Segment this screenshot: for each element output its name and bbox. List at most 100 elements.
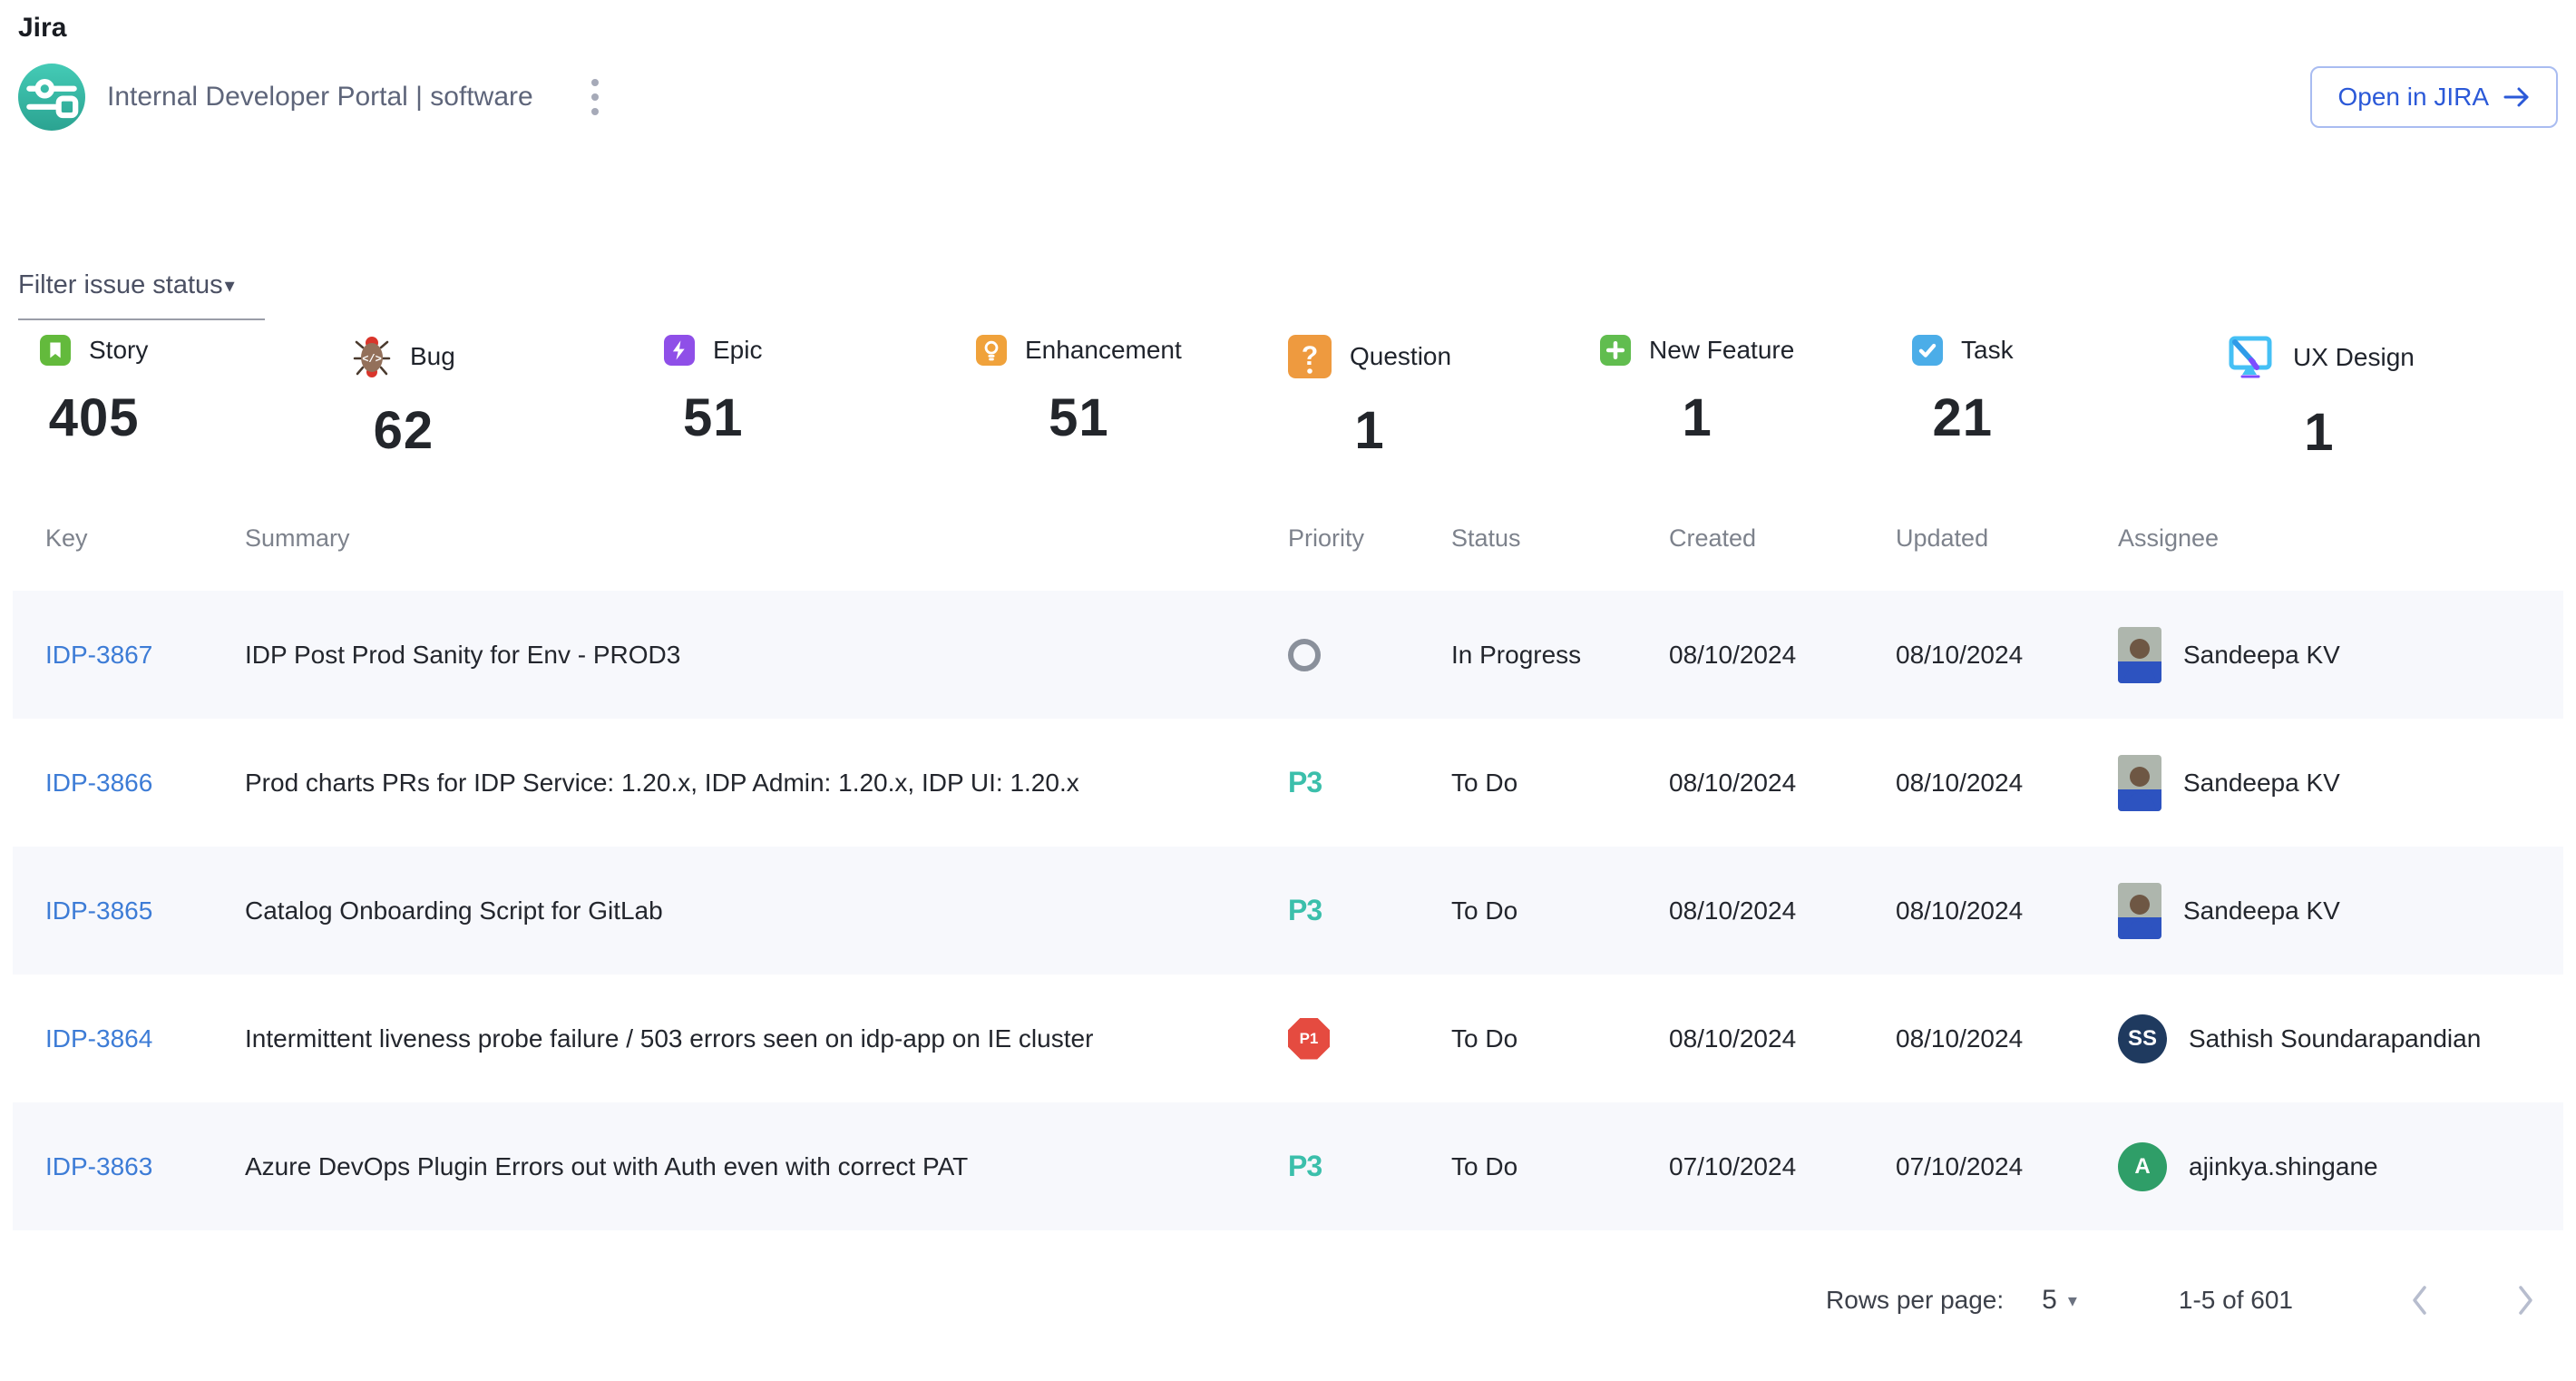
- next-page-button[interactable]: [2514, 1283, 2536, 1317]
- col-header-created: Created: [1669, 524, 1896, 553]
- counter-value: 405: [49, 387, 140, 448]
- counter-label: Task: [1961, 336, 2014, 365]
- avatar: SS: [2118, 1014, 2167, 1063]
- col-header-summary: Summary: [245, 524, 1288, 553]
- table-row: IDP-3866 Prod charts PRs for IDP Service…: [13, 719, 2563, 847]
- col-header-key: Key: [45, 524, 245, 553]
- enhancement-icon: [976, 335, 1007, 366]
- assignee-name: Sandeepa KV: [2183, 769, 2340, 798]
- issue-updated: 08/10/2024: [1896, 641, 2118, 670]
- svg-text:?: ?: [1302, 341, 1318, 371]
- issue-updated: 08/10/2024: [1896, 769, 2118, 798]
- ux-design-icon: [2224, 335, 2275, 380]
- issue-created: 07/10/2024: [1669, 1152, 1896, 1181]
- counter-value: 51: [683, 387, 744, 448]
- svg-text:</>: </>: [362, 353, 382, 366]
- caret-down-icon: ▾: [2068, 1289, 2077, 1312]
- priority-p3-icon: P3: [1288, 1150, 1322, 1182]
- counter-value: 1: [2304, 402, 2334, 463]
- issue-updated: 08/10/2024: [1896, 896, 2118, 926]
- priority-p3-icon: P3: [1288, 894, 1322, 926]
- issue-key-link[interactable]: IDP-3865: [45, 896, 152, 925]
- avatar: [2118, 883, 2161, 939]
- issue-key-link[interactable]: IDP-3864: [45, 1024, 152, 1053]
- priority-p3-icon: P3: [1288, 766, 1322, 798]
- table-row: IDP-3867 IDP Post Prod Sanity for Env - …: [13, 591, 2563, 719]
- issue-summary: Prod charts PRs for IDP Service: 1.20.x,…: [245, 769, 1288, 798]
- counter-ux-design: UX Design 1: [2224, 335, 2536, 463]
- project-logo-icon: [18, 64, 85, 131]
- assignee-name: Sandeepa KV: [2183, 641, 2340, 670]
- issues-table: Key Summary Priority Status Created Upda…: [13, 515, 2563, 1230]
- priority-none-icon: [1288, 639, 1321, 671]
- open-in-jira-button[interactable]: Open in JIRA: [2310, 66, 2558, 128]
- page-title: Jira: [0, 0, 2576, 44]
- counter-value: 1: [1354, 400, 1384, 461]
- issue-updated: 08/10/2024: [1896, 1024, 2118, 1053]
- col-header-updated: Updated: [1896, 524, 2118, 553]
- counter-epic: Epic 51: [664, 335, 976, 463]
- assignee-name: Sathish Soundarapandian: [2189, 1024, 2481, 1053]
- counter-label: Question: [1350, 342, 1451, 371]
- assignee-cell: SS Sathish Soundarapandian: [2118, 1014, 2545, 1063]
- issue-key-link[interactable]: IDP-3866: [45, 769, 152, 797]
- task-icon: [1912, 335, 1943, 366]
- rows-per-page-select[interactable]: 5 ▾: [2042, 1285, 2077, 1316]
- assignee-cell: Sandeepa KV: [2118, 755, 2545, 811]
- counter-label: UX Design: [2293, 343, 2415, 372]
- avatar: [2118, 627, 2161, 683]
- story-icon: [40, 335, 71, 366]
- page-range: 1-5 of 601: [2179, 1286, 2293, 1315]
- counter-new-feature: New Feature 1: [1600, 335, 1912, 463]
- issue-summary: Azure DevOps Plugin Errors out with Auth…: [245, 1152, 1288, 1181]
- table-row: IDP-3865 Catalog Onboarding Script for G…: [13, 847, 2563, 975]
- issue-summary: Catalog Onboarding Script for GitLab: [245, 896, 1288, 926]
- issue-key-link[interactable]: IDP-3863: [45, 1152, 152, 1180]
- counter-value: 21: [1933, 387, 1994, 448]
- issue-type-counters: Story 405 </>: [0, 335, 2576, 463]
- issue-key-link[interactable]: IDP-3867: [45, 641, 152, 669]
- filter-label: Filter issue status: [18, 270, 223, 300]
- counter-bug: </> Bug 62: [352, 335, 664, 463]
- filter-issue-status-select[interactable]: Filter issue status ▾: [18, 270, 265, 320]
- issue-status: To Do: [1451, 1152, 1669, 1181]
- table-row: IDP-3864 Intermittent liveness probe fai…: [13, 975, 2563, 1102]
- counter-enhancement: Enhancement 51: [976, 335, 1288, 463]
- question-icon: ?: [1288, 335, 1332, 378]
- issue-created: 08/10/2024: [1669, 1024, 1896, 1053]
- table-pagination: Rows per page: 5 ▾ 1-5 of 601: [0, 1283, 2576, 1317]
- arrow-right-icon: [2503, 85, 2531, 109]
- counter-label: New Feature: [1649, 336, 1794, 365]
- table-row: IDP-3863 Azure DevOps Plugin Errors out …: [13, 1102, 2563, 1230]
- issue-created: 08/10/2024: [1669, 641, 1896, 670]
- assignee-cell: A ajinkya.shingane: [2118, 1142, 2545, 1191]
- kebab-menu-icon[interactable]: [584, 72, 606, 122]
- issue-status: In Progress: [1451, 641, 1669, 670]
- caret-down-icon: ▾: [225, 274, 235, 298]
- new-feature-icon: [1600, 335, 1631, 366]
- entity-header: Internal Developer Portal | software Ope…: [18, 64, 2558, 131]
- assignee-cell: Sandeepa KV: [2118, 883, 2545, 939]
- avatar: A: [2118, 1142, 2167, 1191]
- counter-value: 51: [1049, 387, 1109, 448]
- project-breadcrumb[interactable]: Internal Developer Portal | software: [107, 82, 533, 113]
- bug-icon: </>: [352, 335, 392, 378]
- avatar: [2118, 755, 2161, 811]
- issue-created: 08/10/2024: [1669, 769, 1896, 798]
- counter-story: Story 405: [40, 335, 352, 463]
- previous-page-button[interactable]: [2409, 1283, 2431, 1317]
- issue-status: To Do: [1451, 896, 1669, 926]
- counter-label: Epic: [713, 336, 762, 365]
- counter-value: 62: [374, 400, 434, 461]
- counter-label: Story: [89, 336, 148, 365]
- issue-status: To Do: [1451, 1024, 1669, 1053]
- counter-label: Enhancement: [1025, 336, 1182, 365]
- assignee-cell: Sandeepa KV: [2118, 627, 2545, 683]
- col-header-priority: Priority: [1288, 524, 1451, 553]
- select-underline: [18, 318, 265, 320]
- rows-per-page-label: Rows per page:: [1826, 1286, 2004, 1315]
- assignee-name: ajinkya.shingane: [2189, 1152, 2378, 1181]
- jira-plugin-panel: Jira Internal Developer Portal | softwar…: [0, 0, 2576, 1381]
- table-header-row: Key Summary Priority Status Created Upda…: [13, 515, 2563, 591]
- counter-value: 1: [1683, 387, 1712, 448]
